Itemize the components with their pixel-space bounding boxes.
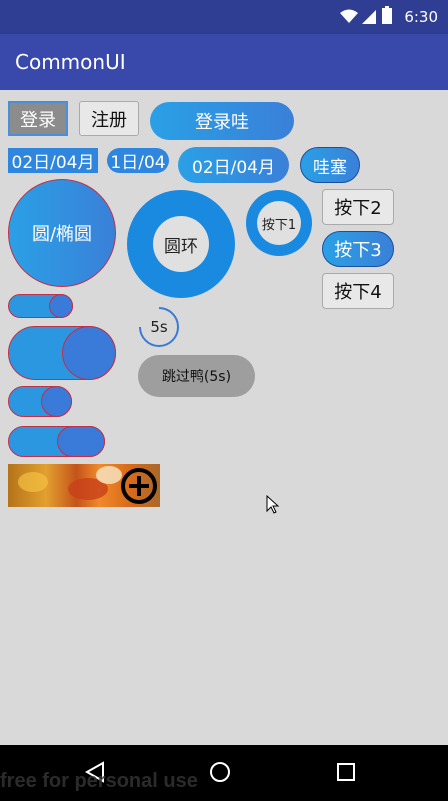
press1-button[interactable]: 按下1 — [246, 190, 312, 256]
toggle-switch-3[interactable] — [8, 386, 72, 417]
wifi-icon — [340, 9, 358, 23]
add-circle-icon[interactable] — [119, 466, 159, 506]
date-button-3[interactable]: 02日/04月 — [178, 147, 289, 183]
home-icon[interactable] — [208, 760, 232, 784]
countdown-label: 5s — [150, 318, 168, 336]
login-wa-button[interactable]: 登录哇 — [150, 102, 294, 140]
ring-label: 圆环 — [164, 236, 198, 257]
press3-button[interactable]: 按下3 — [322, 231, 394, 267]
press2-label: 按下2 — [334, 198, 382, 219]
circle-ellipse-button[interactable]: 圆/椭圆 — [8, 179, 116, 287]
date-button-1-label: 02日/04月 — [11, 153, 95, 173]
watermark-text: free for personal use — [0, 770, 198, 792]
login-button[interactable]: 登录 — [8, 101, 68, 136]
toggle-switch-4[interactable] — [8, 426, 105, 457]
circle-ellipse-label: 圆/椭圆 — [31, 224, 93, 245]
toggle-knob — [57, 426, 105, 457]
status-bar: 6:30 — [0, 0, 448, 34]
press1-inner: 按下1 — [257, 201, 301, 245]
register-button-label: 注册 — [91, 109, 127, 131]
register-button[interactable]: 注册 — [79, 101, 139, 136]
date-button-1[interactable]: 02日/04月 — [8, 148, 98, 173]
status-time: 6:30 — [404, 8, 438, 26]
press4-label: 按下4 — [334, 282, 382, 303]
skip-button-label: 跳过鸭(5s) — [161, 369, 232, 385]
recents-icon[interactable] — [336, 762, 356, 782]
battery-icon — [382, 6, 392, 24]
toggle-switch-1[interactable] — [8, 294, 73, 318]
press4-button[interactable]: 按下4 — [322, 273, 394, 309]
login-wa-label: 登录哇 — [195, 112, 249, 133]
toggle-knob — [62, 326, 116, 380]
app-title: CommonUI — [15, 50, 126, 74]
toggle-knob — [49, 294, 73, 318]
wasai-button-label: 哇塞 — [313, 157, 347, 178]
ring-button[interactable]: 圆环 — [127, 190, 235, 298]
countdown-timer[interactable]: 5s — [138, 306, 180, 348]
toggle-switch-2[interactable] — [8, 326, 116, 380]
ring-inner: 圆环 — [153, 216, 209, 272]
signal-icon — [362, 10, 376, 24]
login-button-label: 登录 — [20, 109, 56, 131]
press3-label: 按下3 — [334, 240, 382, 261]
date-button-3-label: 02日/04月 — [192, 157, 275, 178]
wasai-button[interactable]: 哇塞 — [300, 147, 360, 183]
image-blob — [18, 472, 48, 492]
mouse-cursor-icon — [266, 495, 280, 514]
date-button-2-label: 1日/04 — [110, 153, 166, 173]
press2-button[interactable]: 按下2 — [322, 189, 394, 225]
date-button-2[interactable]: 1日/04 — [107, 148, 169, 173]
skip-button[interactable]: 跳过鸭(5s) — [138, 355, 255, 397]
press1-label: 按下1 — [261, 217, 297, 233]
toggle-knob — [41, 386, 72, 417]
content-area: 登录 注册 登录哇 02日/04月 1日/04 02日/04月 哇塞 圆/椭圆 … — [0, 90, 448, 745]
